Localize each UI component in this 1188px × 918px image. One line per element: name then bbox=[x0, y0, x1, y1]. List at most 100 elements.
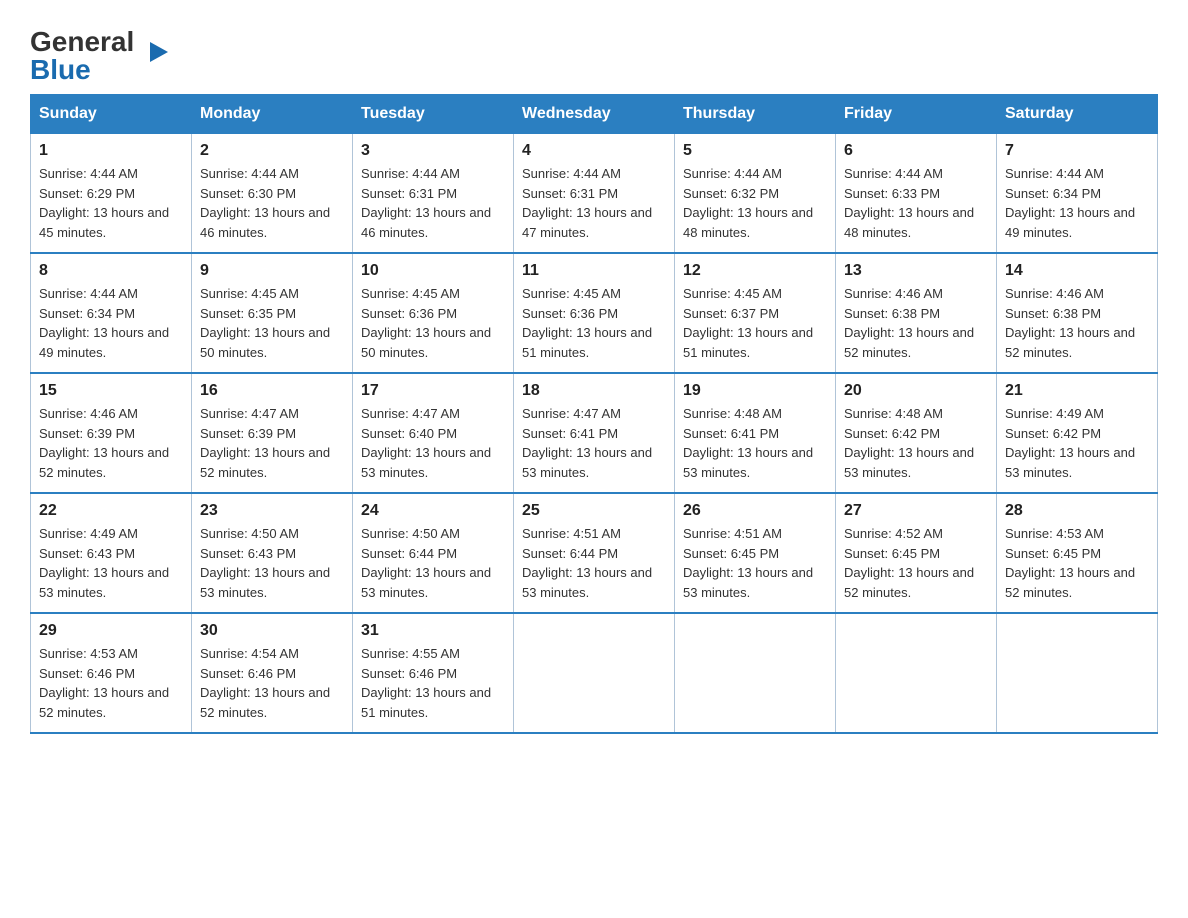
day-number: 14 bbox=[1005, 262, 1149, 280]
day-info: Sunrise: 4:55 AMSunset: 6:46 PMDaylight:… bbox=[361, 644, 505, 722]
day-number: 11 bbox=[522, 262, 666, 280]
day-number: 21 bbox=[1005, 382, 1149, 400]
logo-triangle-icon bbox=[150, 42, 168, 62]
day-info: Sunrise: 4:44 AMSunset: 6:34 PMDaylight:… bbox=[1005, 164, 1149, 242]
day-info: Sunrise: 4:44 AMSunset: 6:30 PMDaylight:… bbox=[200, 164, 344, 242]
day-number: 8 bbox=[39, 262, 183, 280]
day-info: Sunrise: 4:44 AMSunset: 6:29 PMDaylight:… bbox=[39, 164, 183, 242]
day-number: 15 bbox=[39, 382, 183, 400]
calendar-cell: 28 Sunrise: 4:53 AMSunset: 6:45 PMDaylig… bbox=[997, 493, 1158, 613]
calendar-cell: 30 Sunrise: 4:54 AMSunset: 6:46 PMDaylig… bbox=[192, 613, 353, 733]
day-info: Sunrise: 4:48 AMSunset: 6:41 PMDaylight:… bbox=[683, 404, 827, 482]
calendar-cell: 6 Sunrise: 4:44 AMSunset: 6:33 PMDayligh… bbox=[836, 134, 997, 254]
day-number: 29 bbox=[39, 622, 183, 640]
day-info: Sunrise: 4:45 AMSunset: 6:36 PMDaylight:… bbox=[361, 284, 505, 362]
day-info: Sunrise: 4:46 AMSunset: 6:39 PMDaylight:… bbox=[39, 404, 183, 482]
calendar-cell: 1 Sunrise: 4:44 AMSunset: 6:29 PMDayligh… bbox=[31, 134, 192, 254]
day-number: 23 bbox=[200, 502, 344, 520]
day-info: Sunrise: 4:50 AMSunset: 6:43 PMDaylight:… bbox=[200, 524, 344, 602]
day-info: Sunrise: 4:46 AMSunset: 6:38 PMDaylight:… bbox=[844, 284, 988, 362]
day-number: 17 bbox=[361, 382, 505, 400]
day-info: Sunrise: 4:49 AMSunset: 6:43 PMDaylight:… bbox=[39, 524, 183, 602]
day-number: 20 bbox=[844, 382, 988, 400]
day-number: 4 bbox=[522, 142, 666, 160]
day-number: 25 bbox=[522, 502, 666, 520]
day-number: 12 bbox=[683, 262, 827, 280]
day-number: 31 bbox=[361, 622, 505, 640]
calendar-cell: 10 Sunrise: 4:45 AMSunset: 6:36 PMDaylig… bbox=[353, 253, 514, 373]
col-header-monday: Monday bbox=[192, 95, 353, 134]
calendar-cell: 11 Sunrise: 4:45 AMSunset: 6:36 PMDaylig… bbox=[514, 253, 675, 373]
col-header-wednesday: Wednesday bbox=[514, 95, 675, 134]
day-number: 3 bbox=[361, 142, 505, 160]
day-number: 6 bbox=[844, 142, 988, 160]
calendar-cell: 26 Sunrise: 4:51 AMSunset: 6:45 PMDaylig… bbox=[675, 493, 836, 613]
calendar-header-row: SundayMondayTuesdayWednesdayThursdayFrid… bbox=[31, 95, 1158, 134]
page-header: General Blue bbox=[30, 20, 1158, 84]
day-info: Sunrise: 4:47 AMSunset: 6:39 PMDaylight:… bbox=[200, 404, 344, 482]
calendar-cell: 4 Sunrise: 4:44 AMSunset: 6:31 PMDayligh… bbox=[514, 134, 675, 254]
day-info: Sunrise: 4:52 AMSunset: 6:45 PMDaylight:… bbox=[844, 524, 988, 602]
day-info: Sunrise: 4:45 AMSunset: 6:37 PMDaylight:… bbox=[683, 284, 827, 362]
calendar-cell: 19 Sunrise: 4:48 AMSunset: 6:41 PMDaylig… bbox=[675, 373, 836, 493]
logo-general: General bbox=[30, 28, 134, 56]
calendar-week-row: 29 Sunrise: 4:53 AMSunset: 6:46 PMDaylig… bbox=[31, 613, 1158, 733]
calendar-cell bbox=[997, 613, 1158, 733]
day-number: 5 bbox=[683, 142, 827, 160]
day-info: Sunrise: 4:47 AMSunset: 6:40 PMDaylight:… bbox=[361, 404, 505, 482]
calendar-cell: 20 Sunrise: 4:48 AMSunset: 6:42 PMDaylig… bbox=[836, 373, 997, 493]
day-info: Sunrise: 4:45 AMSunset: 6:35 PMDaylight:… bbox=[200, 284, 344, 362]
calendar-cell: 27 Sunrise: 4:52 AMSunset: 6:45 PMDaylig… bbox=[836, 493, 997, 613]
calendar-cell: 29 Sunrise: 4:53 AMSunset: 6:46 PMDaylig… bbox=[31, 613, 192, 733]
day-info: Sunrise: 4:54 AMSunset: 6:46 PMDaylight:… bbox=[200, 644, 344, 722]
day-info: Sunrise: 4:44 AMSunset: 6:31 PMDaylight:… bbox=[522, 164, 666, 242]
day-number: 30 bbox=[200, 622, 344, 640]
calendar-week-row: 8 Sunrise: 4:44 AMSunset: 6:34 PMDayligh… bbox=[31, 253, 1158, 373]
col-header-thursday: Thursday bbox=[675, 95, 836, 134]
calendar-week-row: 22 Sunrise: 4:49 AMSunset: 6:43 PMDaylig… bbox=[31, 493, 1158, 613]
day-number: 7 bbox=[1005, 142, 1149, 160]
day-info: Sunrise: 4:53 AMSunset: 6:45 PMDaylight:… bbox=[1005, 524, 1149, 602]
day-number: 26 bbox=[683, 502, 827, 520]
calendar-week-row: 15 Sunrise: 4:46 AMSunset: 6:39 PMDaylig… bbox=[31, 373, 1158, 493]
day-info: Sunrise: 4:49 AMSunset: 6:42 PMDaylight:… bbox=[1005, 404, 1149, 482]
day-info: Sunrise: 4:51 AMSunset: 6:45 PMDaylight:… bbox=[683, 524, 827, 602]
calendar-cell: 12 Sunrise: 4:45 AMSunset: 6:37 PMDaylig… bbox=[675, 253, 836, 373]
logo-blue: Blue bbox=[30, 54, 91, 85]
calendar-cell: 22 Sunrise: 4:49 AMSunset: 6:43 PMDaylig… bbox=[31, 493, 192, 613]
day-number: 27 bbox=[844, 502, 988, 520]
calendar-cell: 16 Sunrise: 4:47 AMSunset: 6:39 PMDaylig… bbox=[192, 373, 353, 493]
calendar-cell: 23 Sunrise: 4:50 AMSunset: 6:43 PMDaylig… bbox=[192, 493, 353, 613]
col-header-friday: Friday bbox=[836, 95, 997, 134]
day-info: Sunrise: 4:44 AMSunset: 6:31 PMDaylight:… bbox=[361, 164, 505, 242]
day-info: Sunrise: 4:46 AMSunset: 6:38 PMDaylight:… bbox=[1005, 284, 1149, 362]
calendar-cell: 14 Sunrise: 4:46 AMSunset: 6:38 PMDaylig… bbox=[997, 253, 1158, 373]
day-number: 10 bbox=[361, 262, 505, 280]
calendar-week-row: 1 Sunrise: 4:44 AMSunset: 6:29 PMDayligh… bbox=[31, 134, 1158, 254]
day-number: 13 bbox=[844, 262, 988, 280]
day-number: 18 bbox=[522, 382, 666, 400]
logo: General Blue bbox=[30, 28, 150, 84]
calendar-cell: 15 Sunrise: 4:46 AMSunset: 6:39 PMDaylig… bbox=[31, 373, 192, 493]
day-info: Sunrise: 4:51 AMSunset: 6:44 PMDaylight:… bbox=[522, 524, 666, 602]
calendar-cell bbox=[514, 613, 675, 733]
day-info: Sunrise: 4:47 AMSunset: 6:41 PMDaylight:… bbox=[522, 404, 666, 482]
calendar-cell: 18 Sunrise: 4:47 AMSunset: 6:41 PMDaylig… bbox=[514, 373, 675, 493]
col-header-sunday: Sunday bbox=[31, 95, 192, 134]
day-number: 2 bbox=[200, 142, 344, 160]
calendar-cell: 9 Sunrise: 4:45 AMSunset: 6:35 PMDayligh… bbox=[192, 253, 353, 373]
day-number: 24 bbox=[361, 502, 505, 520]
calendar-cell: 3 Sunrise: 4:44 AMSunset: 6:31 PMDayligh… bbox=[353, 134, 514, 254]
day-number: 9 bbox=[200, 262, 344, 280]
calendar-cell: 24 Sunrise: 4:50 AMSunset: 6:44 PMDaylig… bbox=[353, 493, 514, 613]
day-info: Sunrise: 4:48 AMSunset: 6:42 PMDaylight:… bbox=[844, 404, 988, 482]
calendar-cell: 8 Sunrise: 4:44 AMSunset: 6:34 PMDayligh… bbox=[31, 253, 192, 373]
col-header-tuesday: Tuesday bbox=[353, 95, 514, 134]
calendar-table: SundayMondayTuesdayWednesdayThursdayFrid… bbox=[30, 94, 1158, 734]
day-info: Sunrise: 4:50 AMSunset: 6:44 PMDaylight:… bbox=[361, 524, 505, 602]
day-number: 16 bbox=[200, 382, 344, 400]
calendar-cell: 2 Sunrise: 4:44 AMSunset: 6:30 PMDayligh… bbox=[192, 134, 353, 254]
day-number: 1 bbox=[39, 142, 183, 160]
calendar-cell: 7 Sunrise: 4:44 AMSunset: 6:34 PMDayligh… bbox=[997, 134, 1158, 254]
calendar-cell: 21 Sunrise: 4:49 AMSunset: 6:42 PMDaylig… bbox=[997, 373, 1158, 493]
